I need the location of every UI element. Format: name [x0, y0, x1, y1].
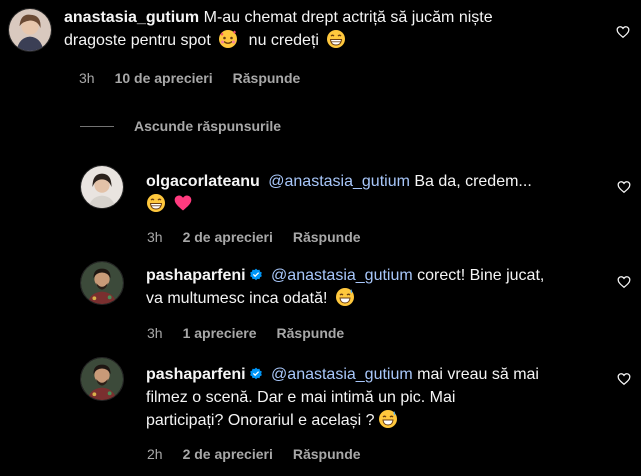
- mention-link[interactable]: @anastasia_gutium: [271, 267, 413, 284]
- heart-icon[interactable]: [617, 180, 631, 194]
- pink-heart-icon: [173, 193, 193, 213]
- heart-icon[interactable]: [617, 372, 631, 386]
- reply-line-1: corect! Bine jucat,: [417, 267, 545, 284]
- reply-button[interactable]: Răspunde: [293, 228, 361, 246]
- reply-timestamp[interactable]: 3h: [147, 324, 163, 342]
- comment-likes-count[interactable]: 10 de aprecieri: [115, 69, 213, 87]
- comment-line-2a: dragoste pentru spot: [64, 32, 211, 49]
- heart-icon[interactable]: [616, 25, 630, 39]
- reply-button[interactable]: Răspunde: [293, 445, 361, 463]
- avatar[interactable]: [80, 165, 124, 209]
- comment-line-1: M-au chemat drept actriță să jucăm niște: [203, 9, 493, 26]
- reply-likes-count[interactable]: 1 apreciere: [183, 324, 257, 342]
- divider: [80, 125, 114, 127]
- reply-timestamp[interactable]: 2h: [147, 445, 163, 463]
- avatar[interactable]: [80, 261, 124, 305]
- reply-meta: 2h 2 de aprecieri Răspunde: [147, 445, 361, 463]
- comment-timestamp[interactable]: 3h: [79, 69, 95, 87]
- reply-likes-count[interactable]: 2 de aprecieri: [183, 228, 273, 246]
- reply-text: olgacorlateanu @anastasia_gutium Ba da, …: [146, 170, 606, 216]
- grinning-face-icon: [146, 193, 166, 213]
- reply-username[interactable]: pashaparfeni: [146, 366, 246, 383]
- comment-text: anastasia_gutium M-au chemat drept actri…: [64, 6, 604, 52]
- reply-button[interactable]: Răspunde: [233, 69, 301, 87]
- hide-replies-toggle[interactable]: Ascunde răspunsurile: [80, 118, 281, 134]
- comment-username[interactable]: anastasia_gutium: [64, 9, 199, 26]
- grinning-face-icon: [326, 29, 346, 49]
- reply-line-2: filmez o scenă. Dar e mai intimă un pic.…: [146, 389, 456, 406]
- verified-badge-icon: [249, 367, 263, 381]
- comment-line-2b: nu credeți: [248, 32, 319, 49]
- reply-line-1: Ba da, credem...: [414, 173, 532, 190]
- reply-line-3: participați? Onorariul e același ?: [146, 412, 375, 429]
- reply-timestamp[interactable]: 3h: [147, 228, 163, 246]
- reply-line-2: va multumesc inca odată!: [146, 290, 328, 307]
- mention-link[interactable]: @anastasia_gutium: [271, 366, 413, 383]
- reply-likes-count[interactable]: 2 de aprecieri: [183, 445, 273, 463]
- avatar[interactable]: [8, 8, 52, 52]
- comment-meta: 3h 10 de aprecieri Răspunde: [79, 69, 300, 87]
- heart-icon[interactable]: [617, 275, 631, 289]
- comments-panel: anastasia_gutium M-au chemat drept actri…: [0, 0, 641, 476]
- hide-replies-label[interactable]: Ascunde răspunsurile: [134, 118, 281, 134]
- reply-button[interactable]: Răspunde: [277, 324, 345, 342]
- reply-username[interactable]: olgacorlateanu: [146, 173, 260, 190]
- smiling-face-with-hearts-icon: [218, 29, 238, 49]
- avatar[interactable]: [80, 357, 124, 401]
- sweat-smile-face-icon: [335, 287, 355, 307]
- reply-meta: 3h 2 de aprecieri Răspunde: [147, 228, 361, 246]
- reply-username[interactable]: pashaparfeni: [146, 267, 246, 284]
- reply-meta: 3h 1 apreciere Răspunde: [147, 324, 344, 342]
- reply-line-1: mai vreau să mai: [417, 366, 539, 383]
- sweat-smile-face-icon: [378, 409, 398, 429]
- reply-text: pashaparfeni @anastasia_gutium corect! B…: [146, 264, 616, 310]
- verified-badge-icon: [249, 268, 263, 282]
- reply-text: pashaparfeni @anastasia_gutium mai vreau…: [146, 363, 616, 432]
- mention-link[interactable]: @anastasia_gutium: [268, 173, 410, 190]
